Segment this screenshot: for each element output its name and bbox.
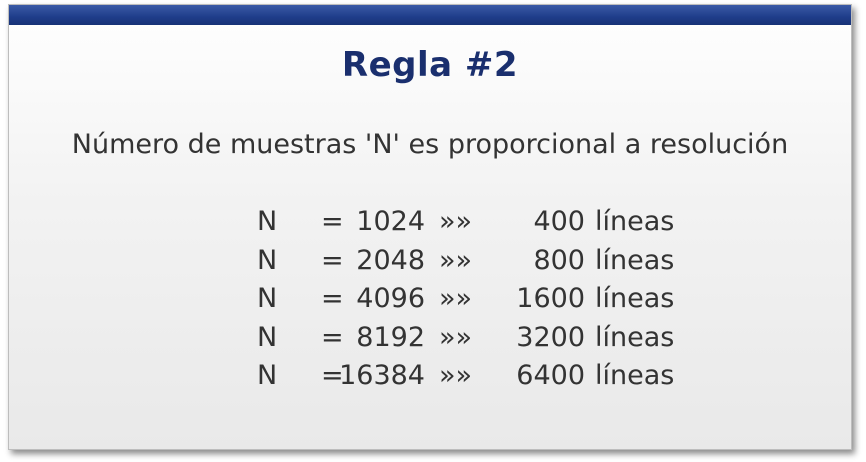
row-arrow: »»: [439, 321, 473, 353]
row-unit: líneas: [595, 283, 675, 314]
row-lines: 400: [533, 206, 585, 237]
row-lines: 3200: [516, 321, 585, 353]
slide: Regla #2 Número de muestras 'N' es propo…: [8, 4, 852, 450]
row-unit: líneas: [595, 244, 675, 276]
row-lines: 1600: [516, 283, 585, 314]
samples-resolution-table: N = 1024 »» 400 líneas N = 2048 »» 800 l…: [257, 203, 674, 396]
row-samples: 2048: [356, 244, 425, 276]
row-arrow: »»: [439, 283, 473, 314]
row-samples: 16384: [339, 360, 425, 391]
row-label: N: [257, 321, 278, 353]
row-label: N: [257, 206, 278, 237]
row-equals: =: [321, 206, 344, 237]
table-row: N = 4096 »» 1600 líneas: [257, 280, 674, 319]
row-label: N: [257, 283, 278, 314]
row-samples: 8192: [356, 321, 425, 353]
row-unit: líneas: [595, 360, 675, 391]
row-lines: 6400: [516, 360, 585, 391]
row-samples: 4096: [356, 283, 425, 314]
row-unit: líneas: [595, 206, 675, 237]
row-lines: 800: [533, 244, 585, 276]
slide-subtitle: Número de muestras 'N' es proporcional a…: [71, 129, 789, 160]
row-equals: =: [321, 360, 344, 391]
row-unit: líneas: [595, 321, 675, 353]
row-label: N: [257, 360, 278, 391]
row-equals: =: [321, 244, 344, 276]
table-row: N = 2048 »» 800 líneas: [257, 242, 674, 281]
row-samples: 1024: [356, 206, 425, 237]
table-row: N = 8192 »» 3200 líneas: [257, 319, 674, 358]
row-arrow: »»: [439, 244, 473, 276]
row-arrow: »»: [439, 206, 473, 237]
row-equals: =: [321, 283, 344, 314]
slide-title: Regla #2: [341, 45, 519, 85]
row-arrow: »»: [439, 360, 473, 391]
header-bar: [9, 5, 851, 25]
row-equals: =: [321, 321, 344, 353]
table-row: N = 16384 »» 6400 líneas: [257, 357, 674, 396]
row-label: N: [257, 244, 278, 276]
table-row: N = 1024 »» 400 líneas: [257, 203, 674, 242]
